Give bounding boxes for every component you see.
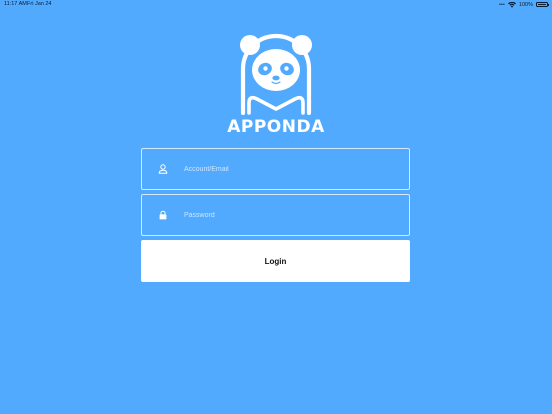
status-time: 11:17 AM bbox=[4, 1, 27, 7]
account-email-input[interactable] bbox=[184, 159, 399, 179]
password-input[interactable] bbox=[184, 205, 399, 225]
status-bar: 11:17 AM Fri Jan 24 ••• 100% bbox=[0, 0, 552, 9]
battery-percent: 100% bbox=[518, 1, 533, 8]
password-field[interactable] bbox=[141, 194, 410, 236]
multitasking-dots: ••• bbox=[499, 1, 505, 8]
account-email-field[interactable] bbox=[141, 148, 410, 190]
battery-icon bbox=[536, 2, 549, 7]
status-date: Fri Jan 24 bbox=[27, 1, 52, 7]
panda-logo bbox=[240, 33, 312, 115]
brand-name: APPONDA bbox=[227, 117, 325, 137]
lock-icon bbox=[159, 210, 167, 220]
login-button[interactable]: Login bbox=[141, 240, 410, 282]
user-icon bbox=[158, 164, 168, 174]
wifi-icon bbox=[507, 1, 516, 8]
status-indicators: ••• 100% bbox=[499, 0, 549, 9]
